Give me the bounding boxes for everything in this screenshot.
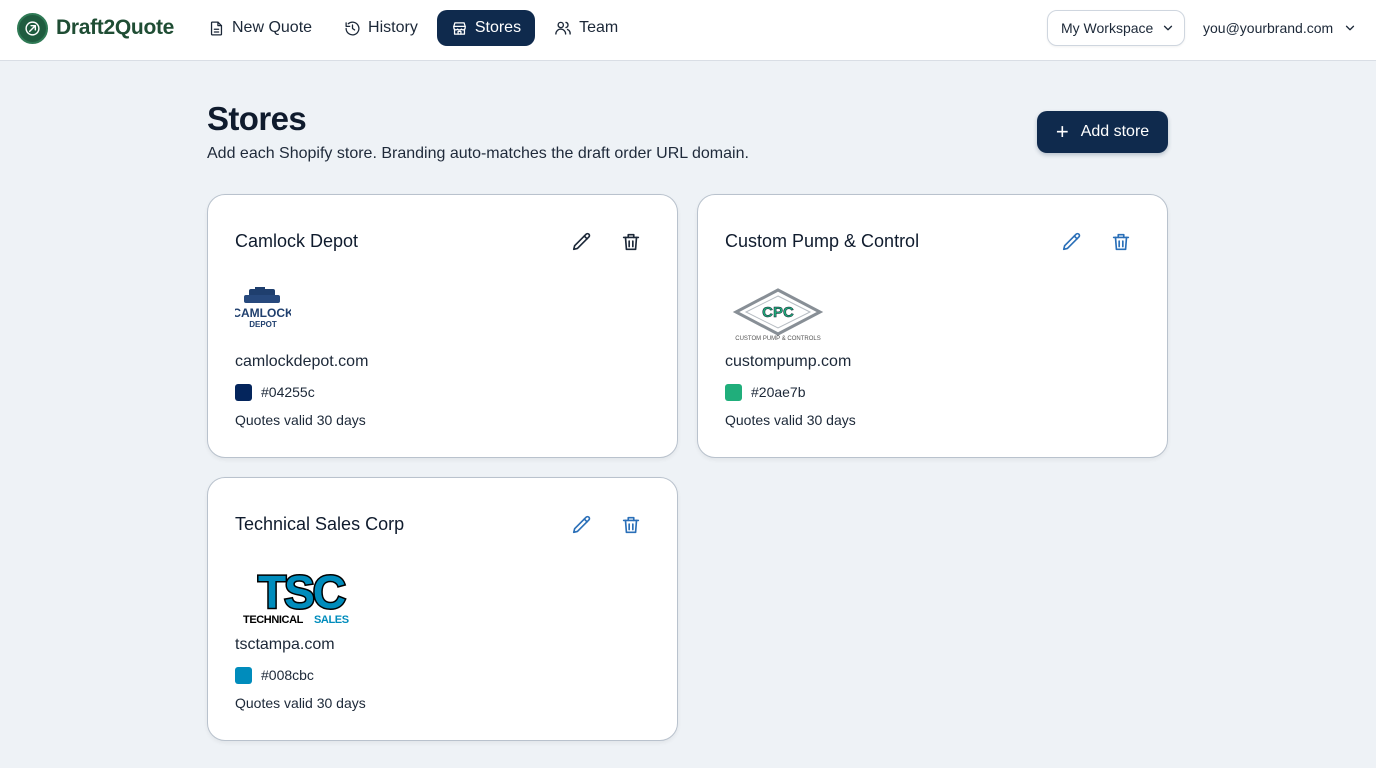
store-domain: camlockdepot.com [235, 353, 369, 370]
store-card-technical-sales: Technical Sales Corp TSC TECHNICAL SALES… [207, 477, 678, 741]
delete-store-button[interactable] [620, 514, 642, 536]
store-name: Technical Sales Corp [235, 514, 405, 534]
pencil-icon [1062, 232, 1081, 251]
store-logo: CAMLOCK DEPOT [232, 287, 294, 336]
nav-new-quote[interactable]: New Quote [195, 10, 325, 46]
brand-name: Draft2Quote [56, 16, 175, 39]
users-icon [555, 21, 571, 35]
page-title: Stores [207, 100, 307, 137]
nav-label: New Quote [232, 19, 313, 36]
history-icon [345, 21, 360, 36]
edit-store-button[interactable] [1061, 231, 1083, 253]
plus-icon: + [1055, 119, 1069, 144]
pencil-icon [572, 515, 591, 534]
nav-label: Team [579, 19, 619, 36]
store-domain: custompump.com [725, 353, 852, 370]
document-icon [210, 20, 223, 36]
brand-color-swatch [235, 384, 252, 401]
logo-word-2: DEPOT [249, 320, 277, 329]
store-name: Custom Pump & Control [725, 231, 920, 251]
logo-word-2: TECHNICAL [243, 614, 304, 626]
nav-stores[interactable]: Stores [436, 10, 536, 46]
quote-validity: Quotes valid 30 days [235, 412, 366, 428]
logo-word-2: CUSTOM PUMP & CONTROLS [735, 336, 820, 342]
nav-team[interactable]: Team [541, 10, 631, 46]
add-store-label: Add store [1080, 123, 1150, 140]
store-card-custom-pump: Custom Pump & Control CPC CUSTOM PUMP & … [697, 194, 1168, 458]
brand-color-hex: #20ae7b [751, 384, 806, 400]
pencil-icon [572, 232, 591, 251]
page-subtitle: Add each Shopify store. Branding auto-ma… [207, 145, 749, 162]
add-store-button[interactable]: + Add store [1037, 111, 1168, 153]
logo-word-1: CAMLOCK [235, 306, 291, 320]
nav-history[interactable]: History [331, 10, 431, 46]
store-icon [453, 21, 466, 35]
quote-validity: Quotes valid 30 days [725, 412, 856, 428]
quote-validity: Quotes valid 30 days [235, 695, 366, 711]
delete-store-button[interactable] [1110, 231, 1132, 253]
nav-label: History [368, 19, 418, 36]
top-bar: Draft2Quote New Quote History Stores Tea… [0, 0, 1376, 61]
trash-icon [622, 516, 640, 534]
brand-logo-icon [17, 12, 48, 44]
chevron-down-icon [1164, 25, 1173, 31]
workspace-select[interactable]: My Workspace [1047, 10, 1185, 46]
workspace-label: My Workspace [1061, 20, 1154, 36]
brand-color-swatch [235, 667, 252, 684]
logo-word-3: SALES [314, 614, 349, 626]
brand-color-hex: #008cbc [261, 667, 314, 683]
store-card-camlock-depot: Camlock Depot CAMLOCK DEPOT camlockdepot… [207, 194, 678, 458]
user-menu[interactable]: you@yourbrand.com [1203, 18, 1357, 38]
store-name: Camlock Depot [235, 231, 359, 251]
logo-word-1: TSC [258, 570, 345, 618]
edit-store-button[interactable] [571, 231, 593, 253]
trash-icon [1112, 233, 1130, 251]
store-logo: TSC TECHNICAL SALES [239, 565, 363, 631]
brand-color-hex: #04255c [261, 384, 315, 400]
store-logo: CPC CUSTOM PUMP & CONTROLS [732, 288, 824, 347]
logo-word-1: CPC [762, 304, 794, 321]
edit-store-button[interactable] [571, 514, 593, 536]
chevron-down-icon [1346, 25, 1355, 31]
store-domain: tsctampa.com [235, 636, 335, 653]
main-nav: New Quote History Stores Team [195, 10, 637, 46]
delete-store-button[interactable] [620, 231, 642, 253]
brand-color-swatch [725, 384, 742, 401]
brand[interactable]: Draft2Quote [17, 12, 174, 44]
nav-label: Stores [474, 19, 522, 36]
user-email: you@yourbrand.com [1203, 20, 1334, 36]
trash-icon [622, 233, 640, 251]
